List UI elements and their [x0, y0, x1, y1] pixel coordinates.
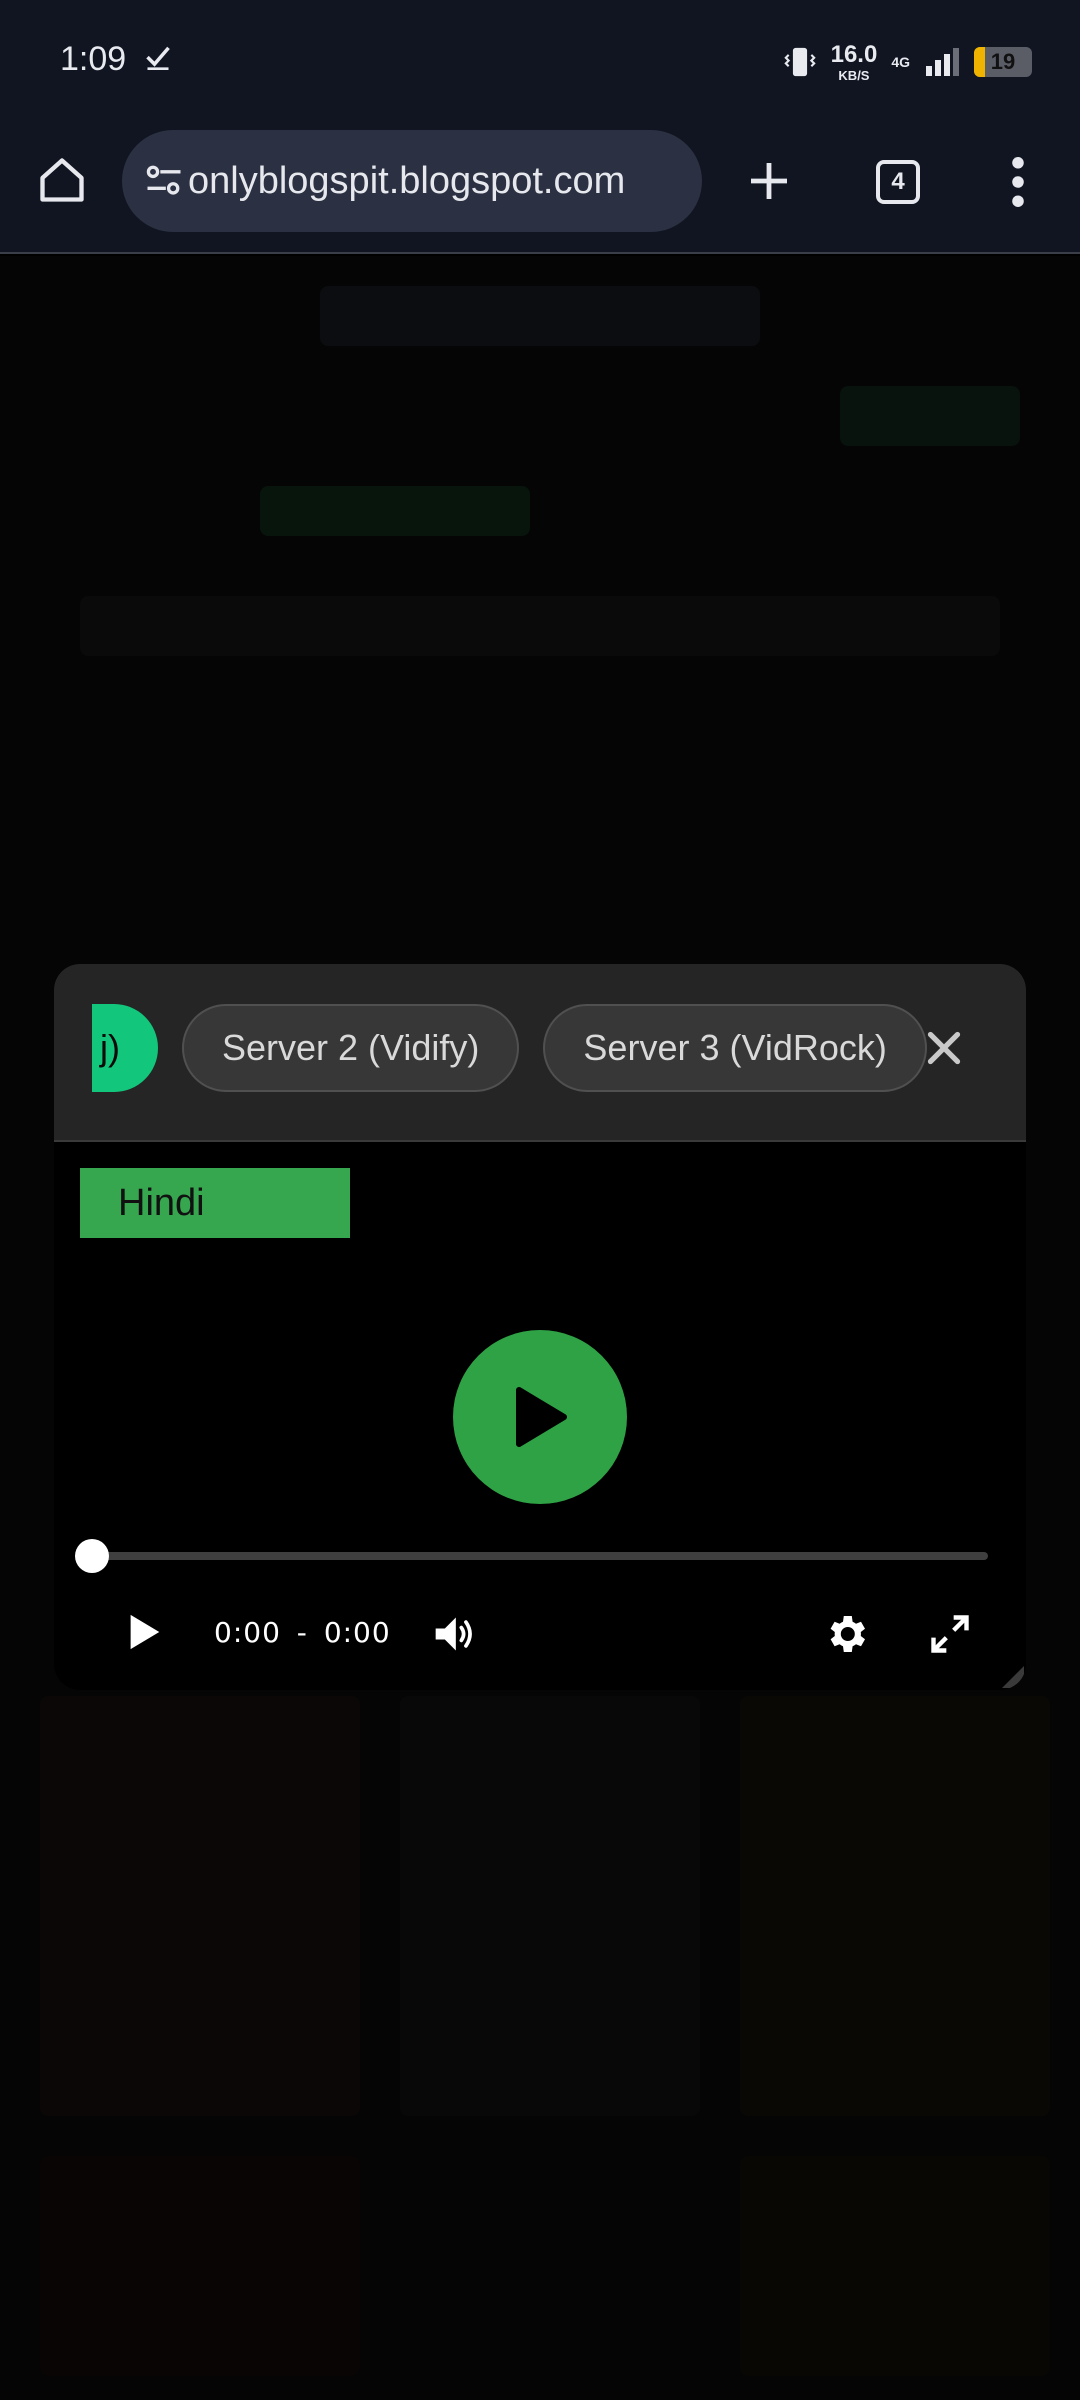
settings-button[interactable] [816, 1604, 876, 1664]
close-icon [927, 1031, 961, 1065]
volume-icon [435, 1617, 472, 1651]
background-blur-block [260, 486, 530, 536]
play-icon [130, 1614, 160, 1650]
vibrate-icon [783, 47, 816, 77]
background-blur-block [320, 286, 760, 346]
home-button[interactable] [28, 146, 96, 214]
new-tab-button[interactable] [734, 146, 804, 216]
background-blur-block [740, 2156, 1050, 2376]
browser-toolbar: onlyblogspit.blogspot.com 4 [0, 124, 1080, 254]
gear-icon [830, 1616, 865, 1652]
net-speed-value: 16.0 [830, 40, 878, 68]
battery-icon: 19 [974, 47, 1032, 77]
status-time: 1:09 [60, 40, 127, 78]
time-separator: - [296, 1616, 308, 1649]
seek-bar[interactable] [75, 1539, 988, 1573]
fullscreen-button[interactable] [920, 1604, 980, 1664]
server-2-label: Server 2 (Vidify) [222, 1027, 480, 1068]
play-button[interactable] [116, 1604, 172, 1660]
background-blur-block [400, 1696, 700, 2116]
big-play-button[interactable] [453, 1330, 627, 1504]
browser-menu-button[interactable] [990, 146, 1046, 218]
duration: 0:00 [323, 1616, 391, 1649]
signal-icon [926, 48, 959, 76]
resize-handle-icon[interactable] [1002, 1666, 1024, 1688]
site-settings-icon[interactable] [142, 159, 186, 203]
language-button[interactable]: Hindi [80, 1168, 350, 1238]
network-type: 4G [891, 54, 910, 70]
background-blur-block [840, 386, 1020, 446]
server-scroll-area[interactable]: j) Server 2 (Vidify) Server 3 (VidRock) [92, 1002, 954, 1094]
close-button[interactable] [914, 1018, 974, 1078]
fullscreen-icon [931, 1615, 969, 1653]
net-speed-unit: KB/S [838, 67, 870, 83]
url-text[interactable]: onlyblogspit.blogspot.com [188, 160, 658, 203]
net-speed: 16.0 KB/S [830, 40, 878, 83]
background-blur-block [40, 2156, 360, 2376]
server-3-button[interactable]: Server 3 (VidRock) [543, 1004, 927, 1092]
background-blur-block [80, 596, 1000, 656]
server-3-label: Server 3 (VidRock) [583, 1027, 887, 1068]
server-2-button[interactable]: Server 2 (Vidify) [182, 1004, 520, 1092]
url-bar[interactable]: onlyblogspit.blogspot.com [122, 130, 702, 232]
background-blur-block [740, 1696, 1050, 2116]
battery-level: 19 [990, 49, 1016, 74]
more-vert-icon [1012, 157, 1024, 207]
status-bar: 1:09 16.0 KB/S 4G 19 [0, 0, 1080, 124]
plus-icon [751, 163, 787, 199]
volume-button[interactable] [426, 1606, 482, 1662]
current-time: 0:00 [214, 1616, 281, 1649]
tab-switcher-button[interactable]: 4 [862, 146, 934, 218]
home-icon [40, 158, 84, 202]
tab-count: 4 [876, 160, 920, 204]
background-blur-block [40, 1696, 360, 2116]
time-display: 0:00 - 0:00 [214, 1616, 391, 1649]
play-icon [516, 1387, 567, 1447]
server-1-button[interactable]: j) [92, 1004, 158, 1092]
server-list: j) Server 2 (Vidify) Server 3 (VidRock) [92, 1002, 927, 1094]
status-indicators: 16.0 KB/S 4G 19 [783, 40, 1032, 84]
server-1-label: j) [100, 1027, 120, 1068]
check-icon [146, 46, 170, 70]
seek-bar-thumb[interactable] [75, 1539, 109, 1573]
video-player-modal: j) Server 2 (Vidify) Server 3 (VidRock) … [54, 964, 1026, 1690]
server-selector: j) Server 2 (Vidify) Server 3 (VidRock) [54, 964, 1026, 1142]
